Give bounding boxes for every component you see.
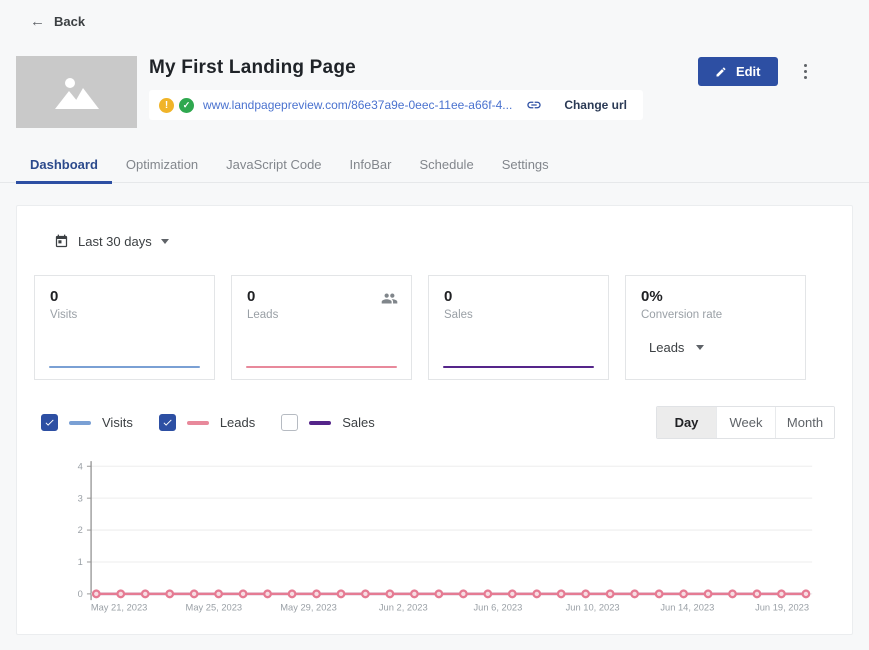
stat-card-sales: 0 Sales: [428, 275, 609, 380]
stat-card-leads: 0 Leads: [231, 275, 412, 380]
svg-text:Jun 2, 2023: Jun 2, 2023: [379, 602, 428, 612]
tab-optimization[interactable]: Optimization: [112, 149, 212, 184]
svg-text:May 21, 2023: May 21, 2023: [91, 602, 148, 612]
period-day[interactable]: Day: [657, 407, 716, 438]
leads-value: 0: [247, 288, 396, 305]
svg-text:Jun 10, 2023: Jun 10, 2023: [566, 602, 620, 612]
date-range-filter[interactable]: Last 30 days: [54, 234, 169, 249]
page-url-link[interactable]: www.landpagepreview.com/86e37a9e-0eec-11…: [203, 98, 512, 112]
stat-card-visits: 0 Visits: [34, 275, 215, 380]
visits-label: Visits: [50, 309, 199, 321]
back-button[interactable]: ← Back: [30, 14, 85, 29]
leads-label: Leads: [247, 309, 396, 321]
copy-link-icon[interactable]: [526, 97, 542, 113]
page-header: My First Landing Page ! ✓ www.landpagepr…: [0, 31, 869, 128]
check-icon: [44, 417, 55, 428]
visits-sparkline: [49, 366, 200, 368]
period-week[interactable]: Week: [716, 407, 775, 438]
change-url-button[interactable]: Change url: [564, 98, 627, 112]
back-label: Back: [54, 14, 85, 29]
tab-schedule[interactable]: Schedule: [405, 149, 487, 184]
chevron-down-icon: [161, 239, 169, 244]
chevron-down-icon: [696, 345, 704, 350]
svg-text:0: 0: [78, 589, 83, 599]
tab-javascript-code[interactable]: JavaScript Code: [212, 149, 335, 184]
period-month[interactable]: Month: [775, 407, 834, 438]
people-icon: [381, 290, 398, 312]
conversion-metric-select[interactable]: Leads: [649, 340, 704, 355]
check-icon: [162, 417, 173, 428]
visits-toggle-label: Visits: [102, 415, 133, 430]
visits-color-swatch: [69, 421, 91, 425]
leads-sparkline: [246, 366, 397, 368]
svg-text:Jun 19, 2023: Jun 19, 2023: [755, 602, 809, 612]
sales-checkbox[interactable]: [281, 414, 298, 431]
toggle-sales[interactable]: Sales: [281, 414, 375, 431]
back-arrow-icon: ←: [30, 14, 45, 29]
page-title: My First Landing Page: [149, 57, 678, 79]
stat-card-conversion: 0% Conversion rate Leads: [625, 275, 806, 380]
tab-infobar[interactable]: InfoBar: [336, 149, 406, 184]
visits-checkbox[interactable]: [41, 414, 58, 431]
pencil-icon: [715, 66, 727, 78]
page-thumbnail: [16, 56, 137, 128]
analytics-line-chart: 0 1 2 3 4 May 21, 2023 May 25, 2023 May 29, 202…: [34, 459, 835, 617]
image-placeholder-icon: [55, 75, 99, 109]
sales-value: 0: [444, 288, 593, 305]
svg-text:3: 3: [78, 493, 83, 503]
verified-icon: ✓: [179, 98, 194, 113]
date-range-label: Last 30 days: [78, 234, 152, 249]
svg-text:4: 4: [78, 461, 83, 471]
stat-cards: 0 Visits 0 Leads 0 Sales 0% Conversion r…: [34, 275, 835, 380]
sales-color-swatch: [309, 421, 331, 425]
tab-settings[interactable]: Settings: [488, 149, 563, 184]
url-bar: ! ✓ www.landpagepreview.com/86e37a9e-0ee…: [149, 90, 643, 120]
svg-text:Jun 14, 2023: Jun 14, 2023: [660, 602, 714, 612]
sales-label: Sales: [444, 309, 593, 321]
top-bar: ← Back: [0, 0, 869, 31]
more-options-kebab-icon[interactable]: [800, 59, 812, 85]
conversion-value: 0%: [641, 288, 790, 305]
line-chart-svg: 0 1 2 3 4 May 21, 2023 May 25, 2023 May 29, 202…: [34, 459, 835, 617]
svg-text:1: 1: [78, 557, 83, 567]
svg-text:May 29, 2023: May 29, 2023: [280, 602, 337, 612]
conversion-metric-value: Leads: [649, 340, 684, 355]
dashboard-panel: Last 30 days 0 Visits 0 Leads 0 Sales 0%…: [16, 205, 853, 635]
svg-text:Jun 6, 2023: Jun 6, 2023: [474, 602, 523, 612]
leads-color-swatch: [187, 421, 209, 425]
chart-controls: Visits Leads Sales Day Week Month: [34, 406, 835, 439]
sales-sparkline: [443, 366, 594, 368]
sales-toggle-label: Sales: [342, 415, 375, 430]
edit-button[interactable]: Edit: [698, 57, 778, 86]
tab-dashboard[interactable]: Dashboard: [16, 149, 112, 184]
edit-label: Edit: [736, 64, 761, 79]
conversion-label: Conversion rate: [641, 309, 790, 321]
warning-icon: !: [159, 98, 174, 113]
svg-text:May 25, 2023: May 25, 2023: [186, 602, 243, 612]
toggle-visits[interactable]: Visits: [41, 414, 133, 431]
tab-bar: Dashboard Optimization JavaScript Code I…: [0, 149, 869, 183]
leads-checkbox[interactable]: [159, 414, 176, 431]
leads-toggle-label: Leads: [220, 415, 255, 430]
toggle-leads[interactable]: Leads: [159, 414, 255, 431]
svg-text:2: 2: [78, 525, 83, 535]
visits-value: 0: [50, 288, 199, 305]
calendar-icon: [54, 234, 69, 249]
period-segmented-control: Day Week Month: [656, 406, 835, 439]
